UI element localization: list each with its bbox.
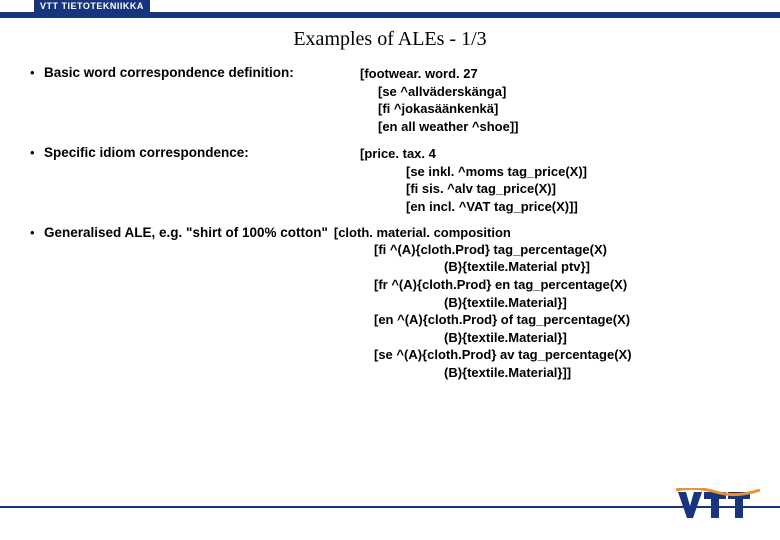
org-label: VTT TIETOTEKNIIKKA (34, 0, 150, 12)
example-block-3: [fi ^(A){cloth.Prod} tag_percentage(X) (… (30, 223, 760, 381)
bullet-col: • Basic word correspondence definition: (30, 65, 360, 80)
code-line: (B){textile.Material}] (374, 294, 760, 312)
code-line: [fi ^jokasäänkenkä] (360, 100, 760, 118)
code-line: [se ^allväderskänga] (360, 83, 760, 101)
bullet-text: Specific idiom correspondence: (44, 145, 249, 160)
code-line: [en incl. ^VAT tag_price(X)]] (360, 198, 760, 216)
example-block-1: [footwear. word. 27 [se ^allväderskänga]… (360, 65, 760, 135)
bullet-marker: • (30, 225, 44, 240)
row-specific-idiom: • Specific idiom correspondence: [price.… (30, 145, 760, 215)
footer-divider (0, 506, 780, 508)
code-line: [en ^(A){cloth.Prod} of tag_percentage(X… (374, 311, 760, 329)
code-line: [price. tax. 4 (360, 145, 760, 163)
code-line: (B){textile.Material}] (374, 329, 760, 347)
code-line: [footwear. word. 27 (360, 65, 760, 83)
bullet-col: • Generalised ALE, e.g. "shirt of 100% c… (30, 225, 328, 240)
row-generalised-ale: • Generalised ALE, e.g. "shirt of 100% c… (30, 225, 760, 381)
code-line: [fi ^(A){cloth.Prod} tag_percentage(X) (374, 241, 760, 259)
bullet-text: Generalised ALE, e.g. "shirt of 100% cot… (44, 225, 328, 240)
bullet-text: Basic word correspondence definition: (44, 65, 294, 80)
vtt-logo (676, 488, 762, 528)
bullet-marker: • (30, 145, 44, 160)
code-line: (B){textile.Material}]] (374, 364, 760, 382)
code-line: (B){textile.Material ptv}] (374, 258, 760, 276)
code-line: [en all weather ^shoe]] (360, 118, 760, 136)
code-line: [fi sis. ^alv tag_price(X)] (360, 180, 760, 198)
slide-title: Examples of ALEs - 1/3 (0, 28, 780, 51)
code-line: [se inkl. ^moms tag_price(X)] (360, 163, 760, 181)
row-basic-word: • Basic word correspondence definition: … (30, 65, 760, 135)
bullet-col: • Specific idiom correspondence: (30, 145, 360, 160)
code-line: [se ^(A){cloth.Prod} av tag_percentage(X… (374, 346, 760, 364)
top-bar: VTT TIETOTEKNIIKKA (0, 0, 780, 18)
code-line: [fr ^(A){cloth.Prod} en tag_percentage(X… (374, 276, 760, 294)
example-block-2: [price. tax. 4 [se inkl. ^moms tag_price… (360, 145, 760, 215)
content-area: • Basic word correspondence definition: … (0, 65, 780, 381)
code-line: [cloth. material. composition (334, 225, 511, 240)
bullet-marker: • (30, 65, 44, 80)
